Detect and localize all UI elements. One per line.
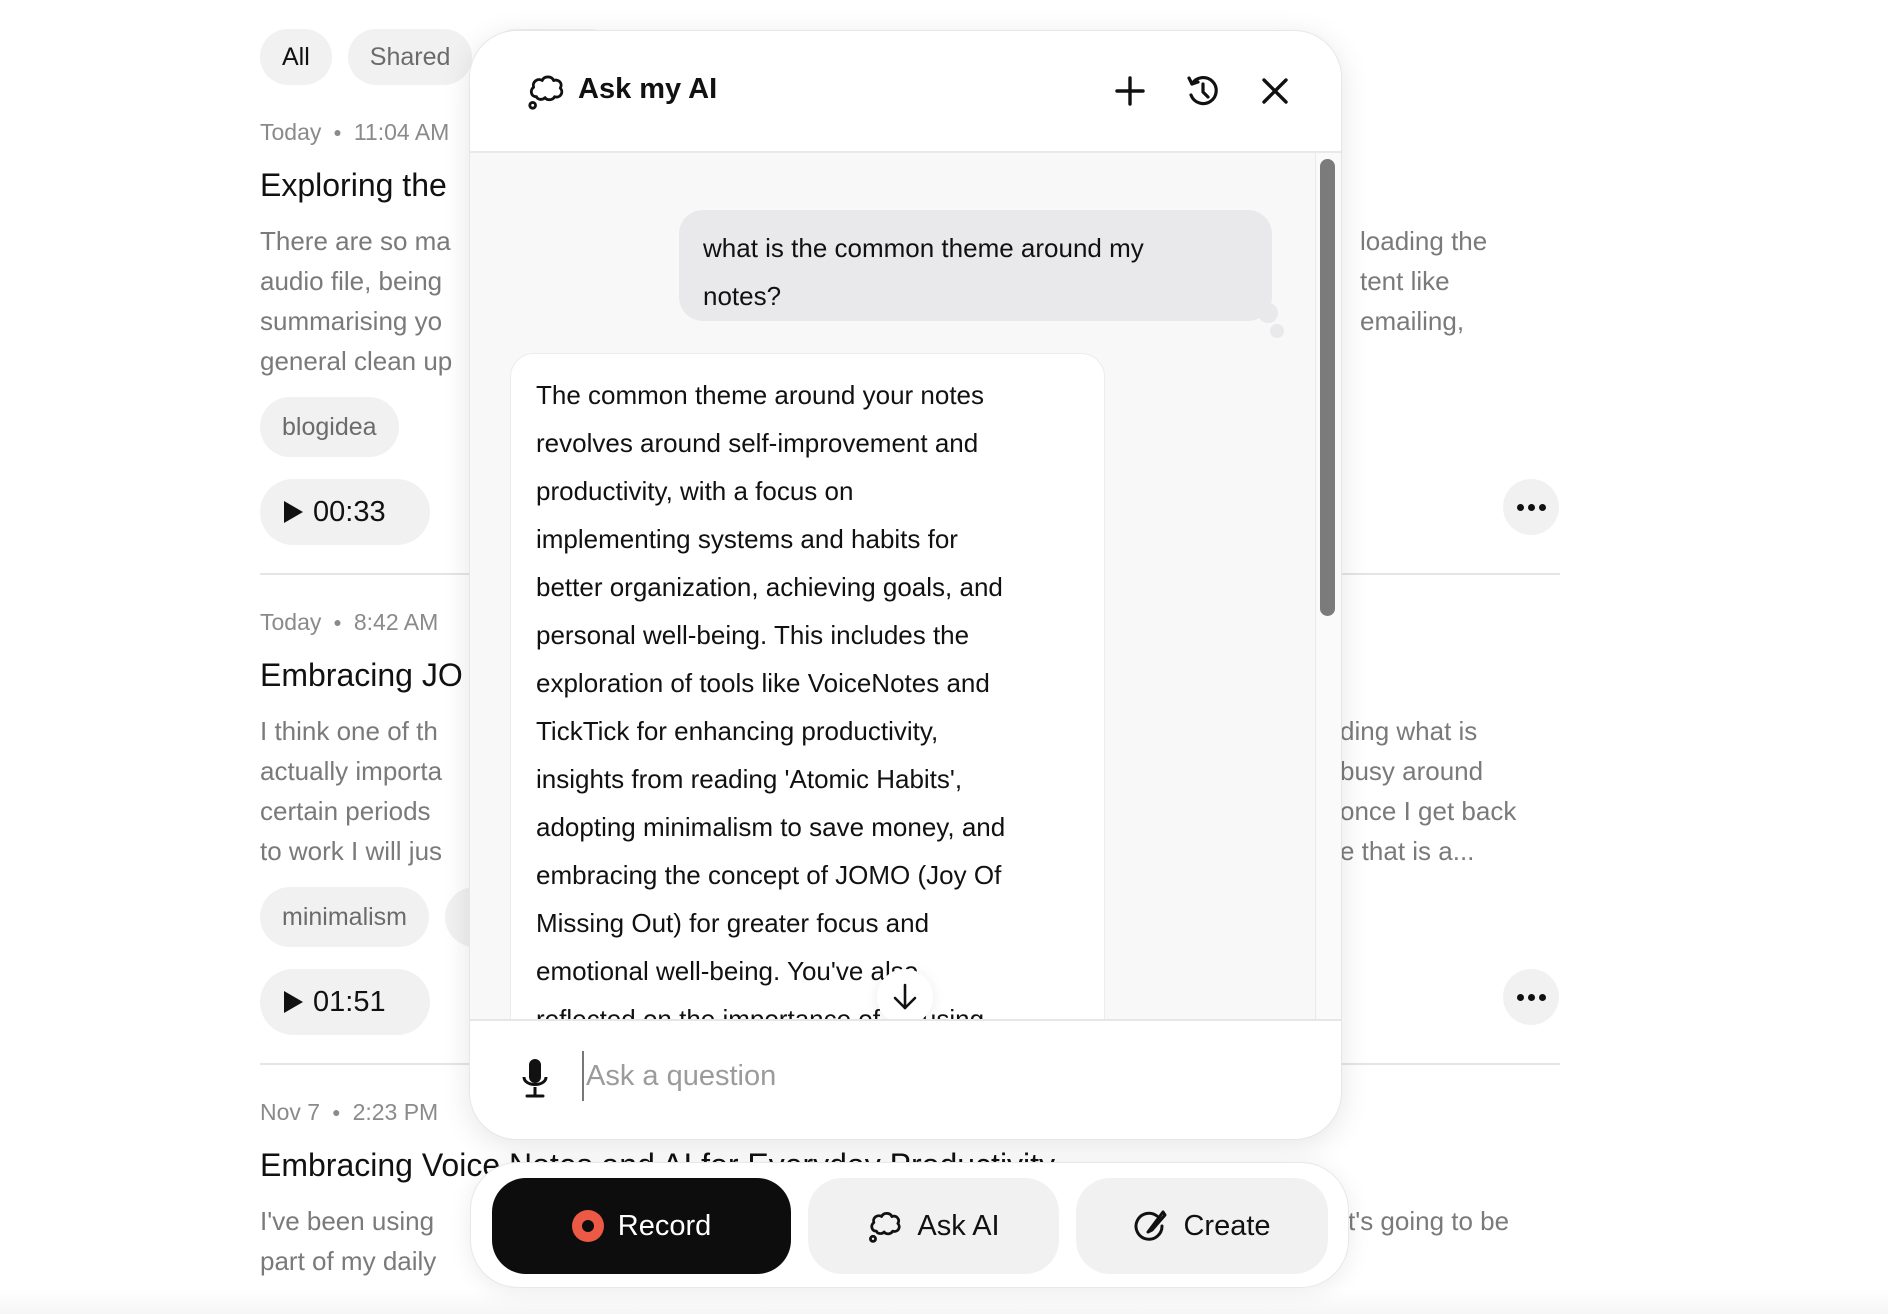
panel-title: Ask my AI <box>578 73 718 105</box>
message-line: reflected on the importance of focusing <box>536 1004 985 1019</box>
scroll-to-bottom-button[interactable] <box>877 969 933 1019</box>
message-line: adopting minimalism to save money, and <box>536 812 1006 842</box>
excerpt-line-right: ding what is <box>1340 716 1478 746</box>
plus-icon[interactable] <box>1110 71 1150 111</box>
arrow-down-icon <box>893 983 917 1010</box>
filter-shared[interactable]: Shared <box>347 29 473 85</box>
ask-ai-label: Ask AI <box>917 1209 1000 1242</box>
assistant-message: The common theme around your notes revol… <box>510 353 1105 1019</box>
excerpt-line-right: t's going to be <box>1348 1206 1510 1236</box>
message-line: TickTick for enhancing productivity, <box>536 716 939 746</box>
ask-ai-button[interactable]: Ask AI <box>808 1178 1059 1274</box>
excerpt-line-right: busy around <box>1340 756 1484 786</box>
message-line: what is the common theme around my <box>703 233 1144 263</box>
message-line: exploration of tools like VoiceNotes and <box>536 668 990 698</box>
ask-input-row <box>470 1019 1341 1139</box>
excerpt-line-right: emailing, <box>1360 306 1465 336</box>
tag[interactable]: blogidea <box>260 397 399 457</box>
excerpt-line-right: e that is a... <box>1340 836 1475 866</box>
note-time: 8:42 AM <box>353 609 439 635</box>
duration: 01:51 <box>313 985 386 1018</box>
more-dot <box>1516 503 1524 511</box>
close-icon[interactable] <box>1255 71 1295 111</box>
message-line: revolves around self-improvement and <box>536 428 979 458</box>
message-line: better organization, achieving goals, an… <box>536 572 1003 602</box>
ask-question-input[interactable] <box>582 1051 1282 1101</box>
filter-all[interactable]: All <box>260 29 332 85</box>
message-line: embracing the concept of JOMO (Joy Of <box>536 860 1002 890</box>
message-line: productivity, with a focus on <box>536 476 854 506</box>
note-time: 11:04 AM <box>353 119 450 145</box>
more-options-button[interactable] <box>1503 969 1559 1025</box>
note-time: 2:23 PM <box>352 1099 439 1125</box>
microphone-icon[interactable] <box>520 1057 550 1101</box>
play-icon <box>284 991 303 1013</box>
message-line: personal well-being. This includes the <box>536 620 970 650</box>
record-button[interactable]: Record <box>492 1178 791 1274</box>
create-pen-icon <box>1133 1208 1169 1244</box>
separator-dot: ● <box>333 123 342 140</box>
action-bar: Record Ask AI Create <box>470 1162 1349 1288</box>
play-icon <box>284 501 303 523</box>
history-icon[interactable] <box>1183 71 1223 111</box>
separator-dot: ● <box>333 613 342 630</box>
panel-header: Ask my AI <box>470 31 1341 153</box>
scrollbar-thumb[interactable] <box>1320 159 1335 616</box>
bubble-tail <box>1258 303 1278 323</box>
message-line: Missing Out) for greater focus and <box>536 908 930 938</box>
excerpt-line-right: loading the <box>1360 226 1488 256</box>
more-options-button[interactable] <box>1503 479 1559 535</box>
thought-cloud-icon <box>526 71 566 111</box>
more-dot <box>1516 993 1524 1001</box>
message-line: The common theme around your notes <box>536 380 985 410</box>
note-day: Today <box>260 119 322 145</box>
bottom-fade <box>0 1290 1888 1314</box>
record-label: Record <box>617 1209 712 1242</box>
duration: 00:33 <box>313 495 386 528</box>
message-line: implementing systems and habits for <box>536 524 958 554</box>
record-icon <box>571 1210 604 1242</box>
note-day: Nov 7 <box>260 1099 321 1125</box>
more-dot <box>1527 503 1535 511</box>
thought-cloud-icon <box>867 1208 903 1244</box>
tag[interactable]: minimalism <box>260 887 429 947</box>
more-dot <box>1538 503 1546 511</box>
message-line: notes? <box>703 281 782 311</box>
chat-area: what is the common theme around my notes… <box>470 153 1341 1019</box>
note-day: Today <box>260 609 322 635</box>
play-button[interactable]: 01:51 <box>260 969 430 1035</box>
bubble-tail <box>1270 324 1284 338</box>
excerpt-line-right: once I get back <box>1340 796 1517 826</box>
excerpt-line-right: tent like <box>1360 266 1450 296</box>
play-button[interactable]: 00:33 <box>260 479 430 545</box>
create-button[interactable]: Create <box>1076 1178 1328 1274</box>
ask-ai-panel: Ask my AI what is the common theme aroun… <box>469 30 1342 1140</box>
user-message: what is the common theme around my notes… <box>679 210 1272 321</box>
message-line: emotional well-being. You've also <box>536 956 919 986</box>
message-line: insights from reading 'Atomic Habits', <box>536 764 963 794</box>
separator-dot: ● <box>332 1103 341 1120</box>
scrollbar-track[interactable] <box>1315 153 1341 1019</box>
create-label: Create <box>1183 1209 1271 1242</box>
more-dot <box>1527 993 1535 1001</box>
more-dot <box>1538 993 1546 1001</box>
